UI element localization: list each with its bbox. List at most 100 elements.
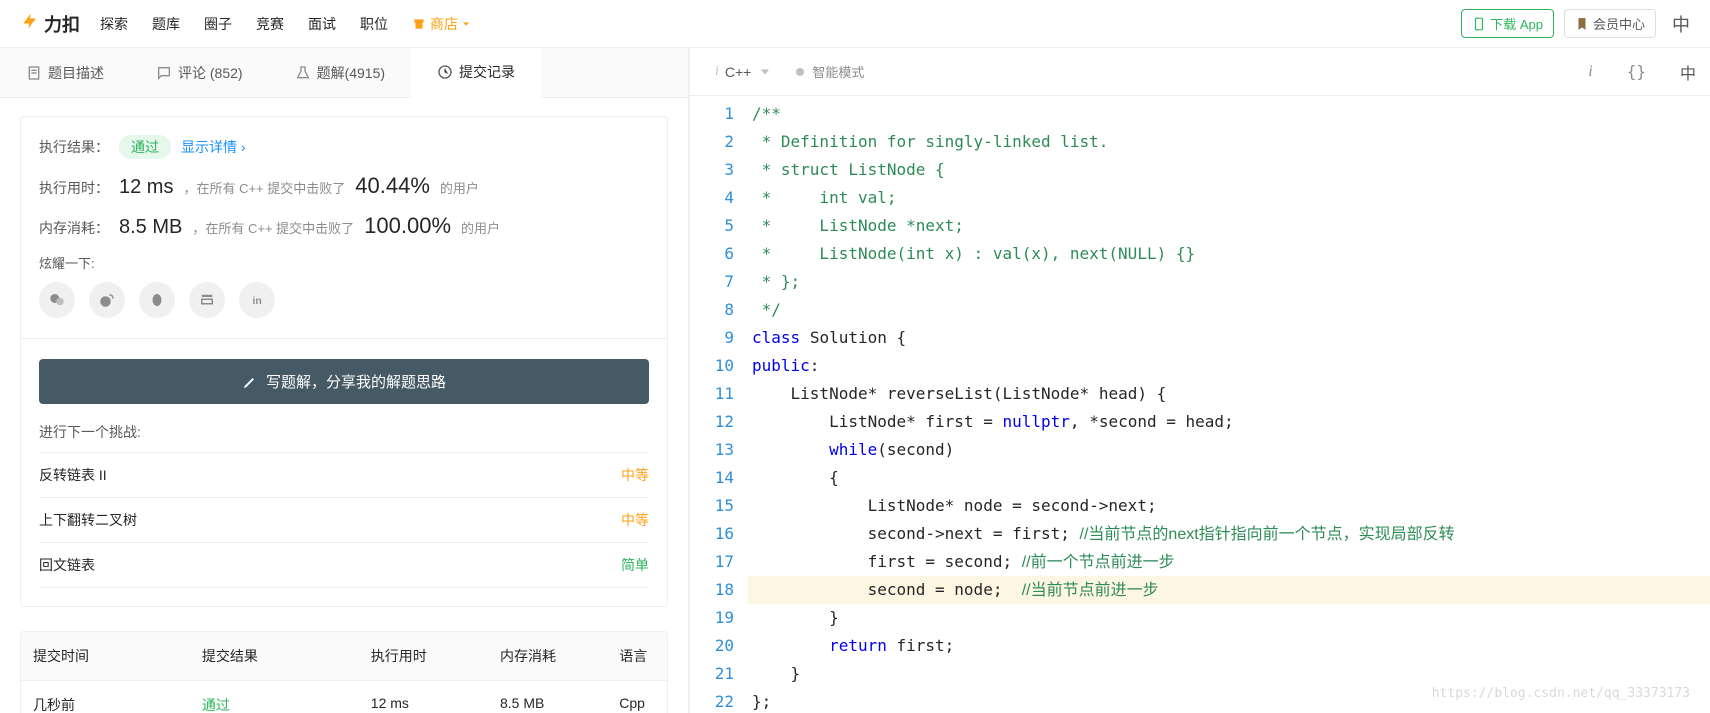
code-line: } [748, 660, 1710, 688]
code-editor[interactable]: 12345678910111213141516171819202122 /** … [690, 96, 1710, 713]
nav-jobs[interactable]: 职位 [360, 14, 388, 34]
line-number: 20 [694, 632, 734, 660]
line-number: 6 [694, 240, 734, 268]
challenge-title: 回文链表 [39, 555, 95, 575]
challenge-difficulty: 中等 [621, 465, 649, 485]
code-line: ListNode* first = nullptr, *second = hea… [748, 408, 1710, 436]
nav-store[interactable]: 商店 [412, 14, 470, 34]
problem-tabs: 题目描述 评论 (852) 题解(4915) 提交记录 [0, 48, 688, 98]
td-result: 通过 [190, 681, 359, 713]
editor-mode[interactable]: 智能模式 [812, 62, 864, 81]
member-center-button[interactable]: 会员中心 [1564, 9, 1656, 38]
mode-dot-icon [796, 68, 804, 76]
share-qq-button[interactable] [139, 282, 175, 318]
code-line: second->next = first; //当前节点的next指针指向前一个… [748, 520, 1710, 548]
lang-toggle-button[interactable]: 中 [1680, 60, 1696, 84]
doc-icon [26, 65, 42, 81]
nav-interview[interactable]: 面试 [308, 14, 336, 34]
write-solution-button[interactable]: 写题解，分享我的解题思路 [39, 359, 649, 404]
runtime-prefix: ，在所有 C++ 提交中击败了 [183, 178, 345, 197]
nav-contest[interactable]: 竞赛 [256, 14, 284, 34]
challenge-item[interactable]: 回文链表 简单 [39, 543, 649, 588]
show-detail-link[interactable]: 显示详情 › [181, 137, 246, 157]
info-icon: i [715, 64, 719, 80]
code-line: * ListNode(int x) : val(x), next(NULL) {… [748, 240, 1710, 268]
challenge-item[interactable]: 上下翻转二叉树中等 [39, 498, 649, 543]
download-app-button[interactable]: 下载 App [1461, 9, 1554, 38]
line-number: 9 [694, 324, 734, 352]
top-nav: 力扣 探索 题库 圈子 竞赛 面试 职位 商店 下载 App 会员中心 中 [0, 0, 1710, 48]
table-row[interactable]: 几秒前 通过 12 ms 8.5 MB Cpp [21, 681, 667, 713]
line-number: 4 [694, 184, 734, 212]
th-time: 提交时间 [21, 632, 190, 680]
code-line: * }; [748, 268, 1710, 296]
code-line: while(second) [748, 436, 1710, 464]
code-line: */ [748, 296, 1710, 324]
svg-text:in: in [253, 295, 262, 307]
douban-icon [198, 291, 216, 309]
line-number: 2 [694, 128, 734, 156]
line-gutter: 12345678910111213141516171819202122 [690, 96, 748, 713]
locale-badge[interactable]: 中 [1672, 11, 1690, 37]
tab-solutions[interactable]: 题解(4915) [269, 48, 411, 97]
challenge-list: 反转链表 II 中等上下翻转二叉树中等回文链表 简单 [39, 452, 649, 588]
runtime-label: 执行用时： [39, 178, 109, 198]
store-icon [412, 17, 426, 31]
tab-description[interactable]: 题目描述 [0, 48, 130, 97]
status-badge: 通过 [119, 135, 171, 159]
table-header: 提交时间 提交结果 执行用时 内存消耗 语言 [21, 632, 667, 681]
line-number: 8 [694, 296, 734, 324]
line-number: 1 [694, 100, 734, 128]
code-line: second = node; //当前节点前进一步 [748, 576, 1710, 604]
code-line: public: [748, 352, 1710, 380]
nav-circle[interactable]: 圈子 [204, 14, 232, 34]
line-number: 11 [694, 380, 734, 408]
share-wechat-button[interactable] [39, 282, 75, 318]
line-number: 16 [694, 520, 734, 548]
tab-comments[interactable]: 评论 (852) [130, 48, 269, 97]
runtime-suffix: 的用户 [440, 178, 479, 197]
line-number: 10 [694, 352, 734, 380]
challenge-title: 反转链表 II [39, 465, 107, 485]
share-linkedin-button[interactable]: in [239, 282, 275, 318]
format-button[interactable]: {} [1627, 62, 1646, 81]
left-pane: 题目描述 评论 (852) 题解(4915) 提交记录 执行结果： 通过 显示详… [0, 48, 690, 713]
line-number: 7 [694, 268, 734, 296]
code-line: * Definition for singly-linked list. [748, 128, 1710, 156]
th-result: 提交结果 [190, 632, 359, 680]
code-line: ListNode* reverseList(ListNode* head) { [748, 380, 1710, 408]
status-label: 执行结果： [39, 137, 109, 157]
logo[interactable]: 力扣 [20, 11, 80, 37]
challenge-item[interactable]: 反转链表 II 中等 [39, 453, 649, 498]
language-dropdown[interactable]: i C++ [704, 59, 776, 85]
runtime-percent: 40.44% [355, 173, 430, 199]
td-runtime: 12 ms [359, 681, 488, 713]
info-button[interactable]: i [1588, 63, 1592, 81]
comment-icon [156, 65, 172, 81]
line-number: 22 [694, 688, 734, 713]
code-line: /** [748, 100, 1710, 128]
challenge-difficulty: 简单 [621, 555, 649, 575]
td-time: 几秒前 [21, 681, 190, 713]
wechat-icon [48, 291, 66, 309]
tab-submissions[interactable]: 提交记录 [411, 48, 541, 98]
qq-icon [148, 291, 166, 309]
phone-icon [1472, 17, 1486, 31]
runtime-value: 12 ms [119, 176, 173, 199]
share-weibo-button[interactable] [89, 282, 125, 318]
share-douban-button[interactable] [189, 282, 225, 318]
watermark: https://blog.csdn.net/qq_33373173 [1432, 686, 1690, 701]
code-lines: /** * Definition for singly-linked list.… [748, 96, 1710, 713]
th-memory: 内存消耗 [488, 632, 607, 680]
nav-items: 探索 题库 圈子 竞赛 面试 职位 商店 [100, 14, 470, 34]
line-number: 3 [694, 156, 734, 184]
pencil-icon [242, 374, 258, 390]
code-line: { [748, 464, 1710, 492]
line-number: 19 [694, 604, 734, 632]
code-line: first = second; //前一个节点前进一步 [748, 548, 1710, 576]
nav-explore[interactable]: 探索 [100, 14, 128, 34]
code-line: * int val; [748, 184, 1710, 212]
nav-problems[interactable]: 题库 [152, 14, 180, 34]
code-line: return first; [748, 632, 1710, 660]
flask-icon [295, 65, 311, 81]
